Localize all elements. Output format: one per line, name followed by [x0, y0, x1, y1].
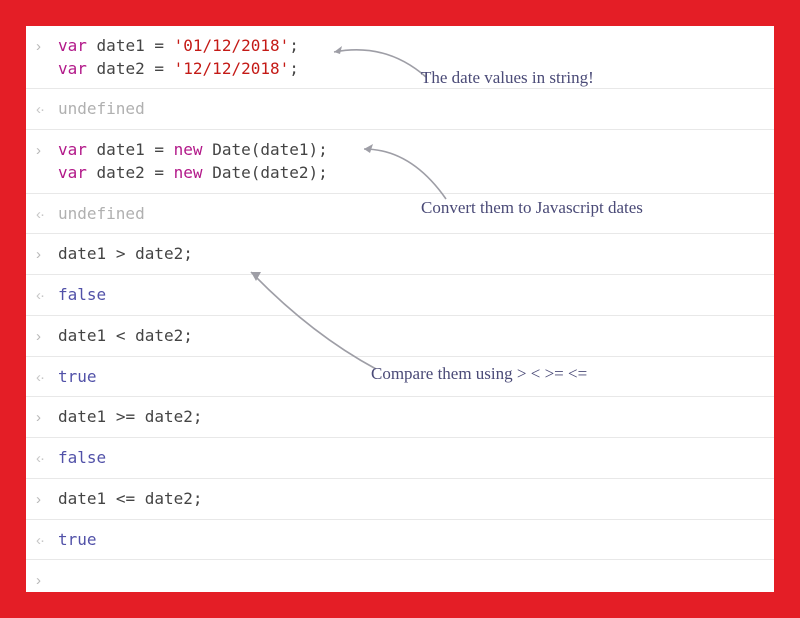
output-indicator-icon	[36, 202, 58, 226]
code-line: date1 >= date2;	[58, 405, 764, 428]
input-prompt-icon	[36, 34, 58, 58]
console-input-row[interactable]: date1 <= date2;	[26, 479, 774, 520]
output-indicator-icon	[36, 283, 58, 307]
output-indicator-icon	[36, 97, 58, 121]
console-output-row: false	[26, 438, 774, 479]
input-prompt-icon	[36, 487, 58, 511]
output-value: false	[58, 446, 764, 469]
output-value: true	[58, 528, 764, 551]
code-line: date1 > date2;	[58, 242, 764, 265]
console-input-row[interactable]: date1 < date2;	[26, 316, 774, 357]
console-output-row: true	[26, 357, 774, 398]
console-input-row[interactable]: date1 > date2;	[26, 234, 774, 275]
code-line: date1 < date2;	[58, 324, 764, 347]
input-prompt-icon	[36, 242, 58, 266]
output-value: undefined	[58, 97, 764, 120]
output-indicator-icon	[36, 365, 58, 389]
input-prompt-icon	[36, 138, 58, 162]
code-line: var date1 = '01/12/2018'; var date2 = '1…	[58, 34, 764, 80]
output-indicator-icon	[36, 446, 58, 470]
console-input-row[interactable]	[26, 560, 774, 592]
console-output-row: true	[26, 520, 774, 561]
outer-frame: var date1 = '01/12/2018'; var date2 = '1…	[0, 0, 800, 618]
input-prompt-icon	[36, 405, 58, 429]
code-line: date1 <= date2;	[58, 487, 764, 510]
output-value: false	[58, 283, 764, 306]
console-output-row: undefined	[26, 194, 774, 235]
console-output-row: undefined	[26, 89, 774, 130]
devtools-console[interactable]: var date1 = '01/12/2018'; var date2 = '1…	[26, 26, 774, 592]
console-input-row[interactable]: date1 >= date2;	[26, 397, 774, 438]
output-value: undefined	[58, 202, 764, 225]
input-prompt-icon	[36, 324, 58, 348]
console-input-row[interactable]: var date1 = '01/12/2018'; var date2 = '1…	[26, 26, 774, 89]
input-prompt-icon	[36, 568, 58, 592]
output-value: true	[58, 365, 764, 388]
code-line: var date1 = new Date(date1); var date2 =…	[58, 138, 764, 184]
console-output-row: false	[26, 275, 774, 316]
console-input-row[interactable]: var date1 = new Date(date1); var date2 =…	[26, 130, 774, 193]
output-indicator-icon	[36, 528, 58, 552]
